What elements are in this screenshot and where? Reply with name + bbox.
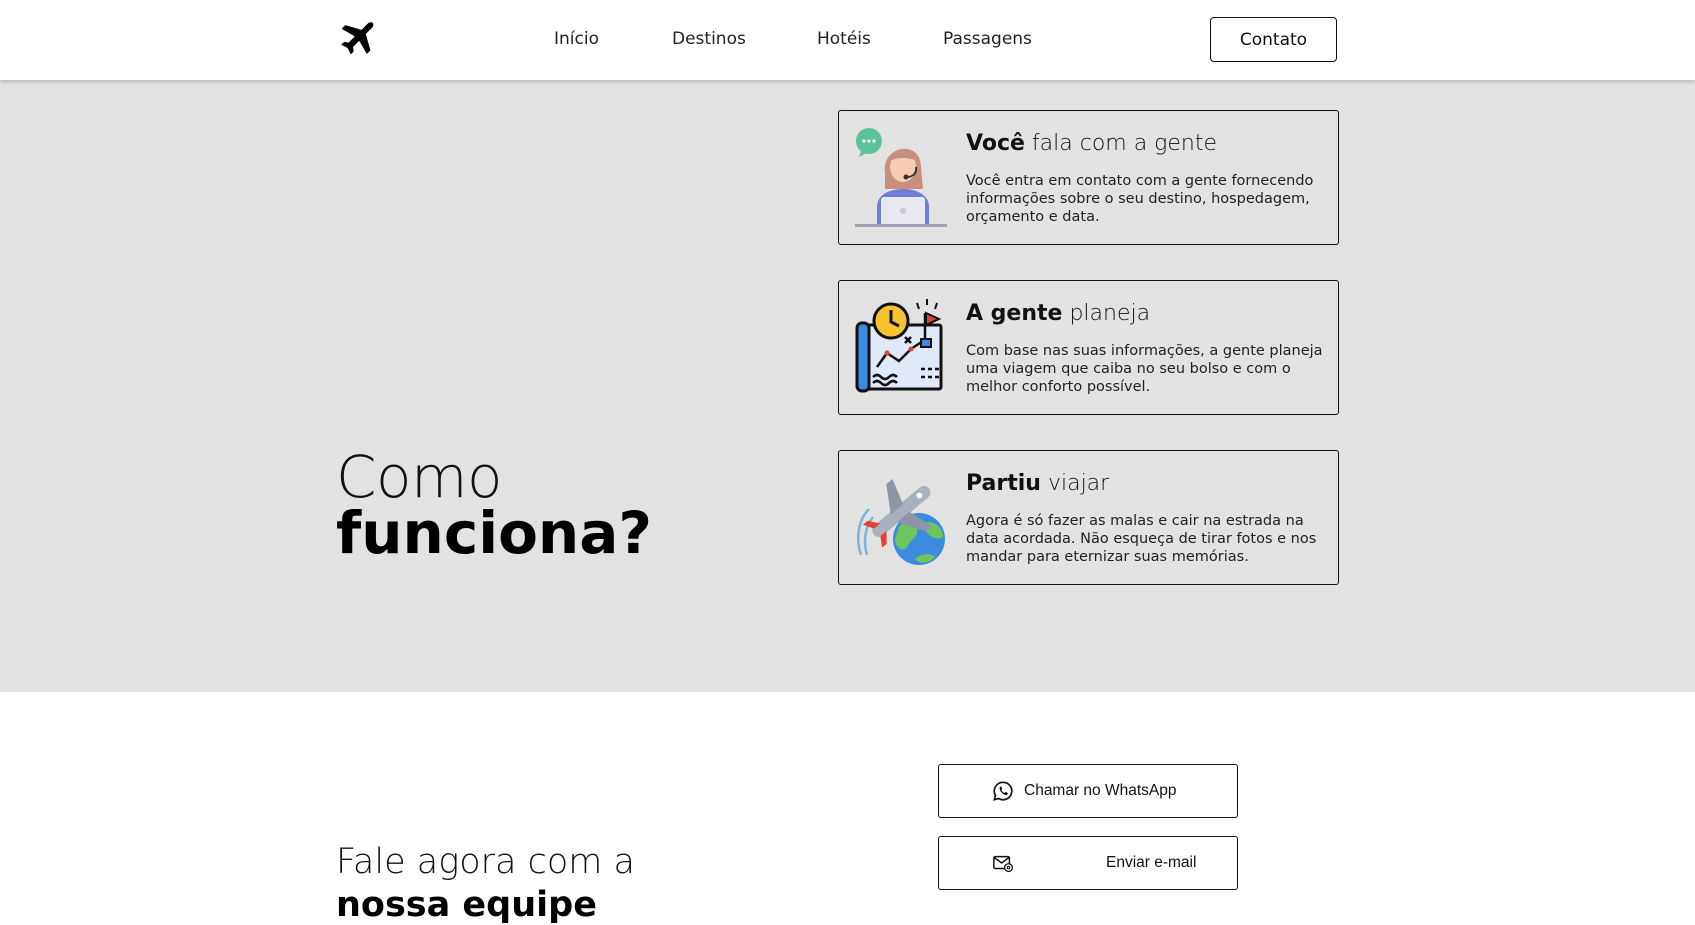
step-title-bold: A gente xyxy=(966,301,1063,326)
contact-heading: Fale agora com a xyxy=(336,842,635,882)
step-title-rest: fala com a gente xyxy=(1031,131,1218,156)
support-agent-icon xyxy=(855,128,947,227)
step-title-rest: viajar xyxy=(1047,471,1110,496)
step-card-travel: Partiu viajar Agora é só fazer as malas … xyxy=(838,450,1339,585)
travel-plan-map-icon xyxy=(855,299,943,393)
plane-globe-icon xyxy=(857,479,945,565)
email-button[interactable]: Enviar e-mail xyxy=(938,836,1238,890)
step-title: A gente planeja xyxy=(966,301,1150,326)
step-card-contact: Você fala com a gente Você entra em cont… xyxy=(838,110,1339,245)
step-title: Partiu viajar xyxy=(966,471,1109,496)
how-title-bold: funciona? xyxy=(336,499,652,567)
whatsapp-label: Chamar no WhatsApp xyxy=(1024,782,1177,799)
step-description: Agora é só fazer as malas e cair na estr… xyxy=(966,513,1317,565)
site-header: Início Destinos Hotéis Passagens Contato xyxy=(0,0,1695,80)
email-label: Enviar e-mail xyxy=(1106,854,1197,871)
nav-destinos[interactable]: Destinos xyxy=(672,29,746,49)
how-title-light: Como xyxy=(336,443,502,511)
step-title-bold: Partiu xyxy=(966,471,1041,496)
airplane-icon[interactable] xyxy=(336,19,378,61)
nav-hoteis[interactable]: Hotéis xyxy=(817,29,871,49)
whatsapp-button[interactable]: Chamar no WhatsApp xyxy=(938,764,1238,818)
step-title-bold: Você xyxy=(966,131,1025,156)
contact-heading-bold: nossa equipe xyxy=(336,885,597,925)
how-it-works-section: Como funciona? Você fala com a gente Voc… xyxy=(0,80,1695,692)
how-it-works-title: Como funciona? xyxy=(336,448,652,562)
step-title: Você fala com a gente xyxy=(966,131,1217,156)
contact-section: Fale agora com a nossa equipe Chamar no … xyxy=(0,692,1695,925)
contact-button[interactable]: Contato xyxy=(1210,17,1337,62)
nav-passagens[interactable]: Passagens xyxy=(943,29,1032,49)
step-title-rest: planeja xyxy=(1069,301,1151,326)
step-description: Você entra em contato com a gente fornec… xyxy=(966,173,1314,225)
email-icon xyxy=(993,855,1013,873)
step-description: Com base nas suas informações, a gente p… xyxy=(966,343,1323,395)
step-card-plan: A gente planeja Com base nas suas inform… xyxy=(838,280,1339,415)
nav-inicio[interactable]: Início xyxy=(554,29,599,49)
whatsapp-icon xyxy=(993,781,1013,801)
